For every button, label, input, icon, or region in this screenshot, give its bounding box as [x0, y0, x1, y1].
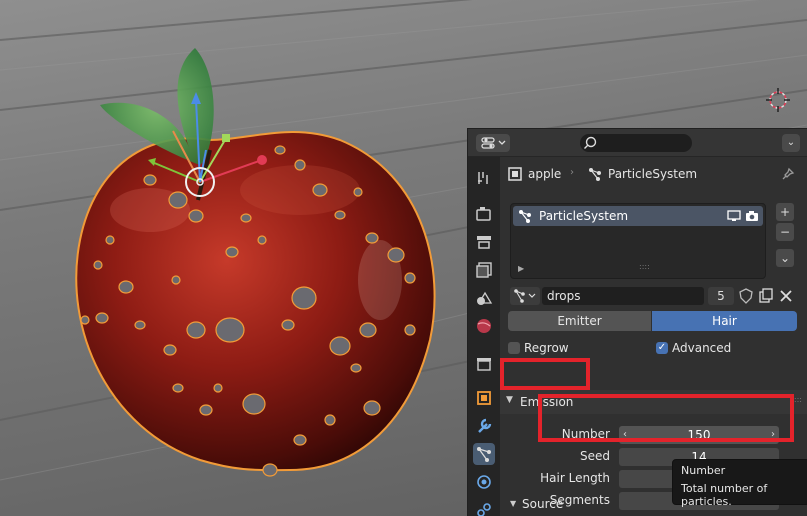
advanced-label: Advanced	[672, 341, 732, 355]
breadcrumb-particles: ParticleSystem	[608, 167, 698, 181]
seed-label: Seed	[580, 449, 610, 463]
regrow-label: Regrow	[524, 341, 569, 355]
monitor-icon[interactable]	[727, 210, 741, 222]
list-item[interactable]: ParticleSystem	[513, 206, 763, 226]
particle-settings-selector: drops 5	[510, 285, 800, 307]
tooltip: Number Total number of particles.	[672, 459, 807, 508]
constraints-icon[interactable]	[473, 499, 495, 516]
world-icon[interactable]	[473, 315, 495, 337]
output-icon[interactable]	[473, 231, 495, 253]
highlight-emission	[500, 358, 590, 390]
list-resize-grip[interactable]: ::::	[639, 262, 650, 271]
pin-icon[interactable]	[781, 167, 795, 181]
particles-icon	[514, 289, 536, 303]
breadcrumb-object: apple	[528, 167, 562, 181]
editor-type-icon	[481, 137, 506, 149]
collapse-triangle-icon: ▼	[506, 395, 513, 405]
type-hair-button[interactable]: Hair	[652, 311, 797, 331]
tooltip-text: Total number of particles.	[681, 482, 768, 508]
render-icon[interactable]	[473, 203, 495, 225]
remove-particle-system-button[interactable]: −	[776, 223, 794, 241]
highlight-number-seed	[538, 394, 794, 442]
source-panel-header[interactable]: Source	[522, 497, 563, 511]
particles-icon[interactable]	[473, 443, 495, 465]
checkmark-icon[interactable]: ✓	[656, 342, 668, 354]
browse-settings-button[interactable]	[510, 287, 540, 305]
fake-user-icon[interactable]	[738, 288, 754, 304]
3d-cursor	[766, 88, 790, 112]
particle-properties: apple › ParticleSystem ParticleSystem ▶ …	[500, 157, 807, 516]
list-menu-button[interactable]: ⌄	[776, 249, 794, 267]
duplicate-icon[interactable]	[758, 288, 774, 304]
tool-icon[interactable]	[473, 167, 495, 189]
collapse-triangle-icon[interactable]: ▼	[510, 499, 516, 508]
settings-name-field[interactable]: drops	[542, 287, 704, 305]
list-expand-icon[interactable]: ▶	[518, 264, 524, 273]
unlink-icon[interactable]	[778, 288, 794, 304]
particles-icon	[519, 210, 531, 223]
properties-tabs	[468, 157, 500, 516]
object-icon	[508, 167, 522, 181]
breadcrumb-separator: ›	[570, 167, 574, 178]
view-layer-icon[interactable]	[473, 259, 495, 281]
editor-type-button[interactable]	[476, 134, 510, 152]
type-emitter-button[interactable]: Emitter	[508, 311, 651, 331]
scene-icon[interactable]	[473, 287, 495, 309]
search-icon	[584, 136, 597, 149]
breadcrumb: apple › ParticleSystem	[500, 157, 807, 193]
search-input[interactable]	[580, 134, 692, 152]
physics-icon[interactable]	[473, 471, 495, 493]
list-item-label: ParticleSystem	[539, 209, 629, 223]
modifier-icon[interactable]	[473, 415, 495, 437]
user-count[interactable]: 5	[708, 287, 734, 305]
add-particle-system-button[interactable]: +	[776, 203, 794, 221]
particle-system-list[interactable]: ParticleSystem ▶ ::::	[510, 203, 766, 279]
object-icon[interactable]	[473, 387, 495, 409]
particles-icon	[589, 168, 601, 181]
chevron-down-icon[interactable]: ⌄	[782, 134, 800, 152]
tooltip-title: Number	[681, 464, 726, 477]
properties-header: ⌄	[468, 129, 807, 157]
camera-icon[interactable]	[745, 209, 759, 223]
checkbox-box[interactable]	[508, 342, 520, 354]
properties-editor: ⌄ apple › ParticleSystem ParticleSystem …	[467, 128, 807, 516]
hair-length-label: Hair Length	[540, 471, 610, 485]
collection-icon[interactable]	[473, 353, 495, 375]
